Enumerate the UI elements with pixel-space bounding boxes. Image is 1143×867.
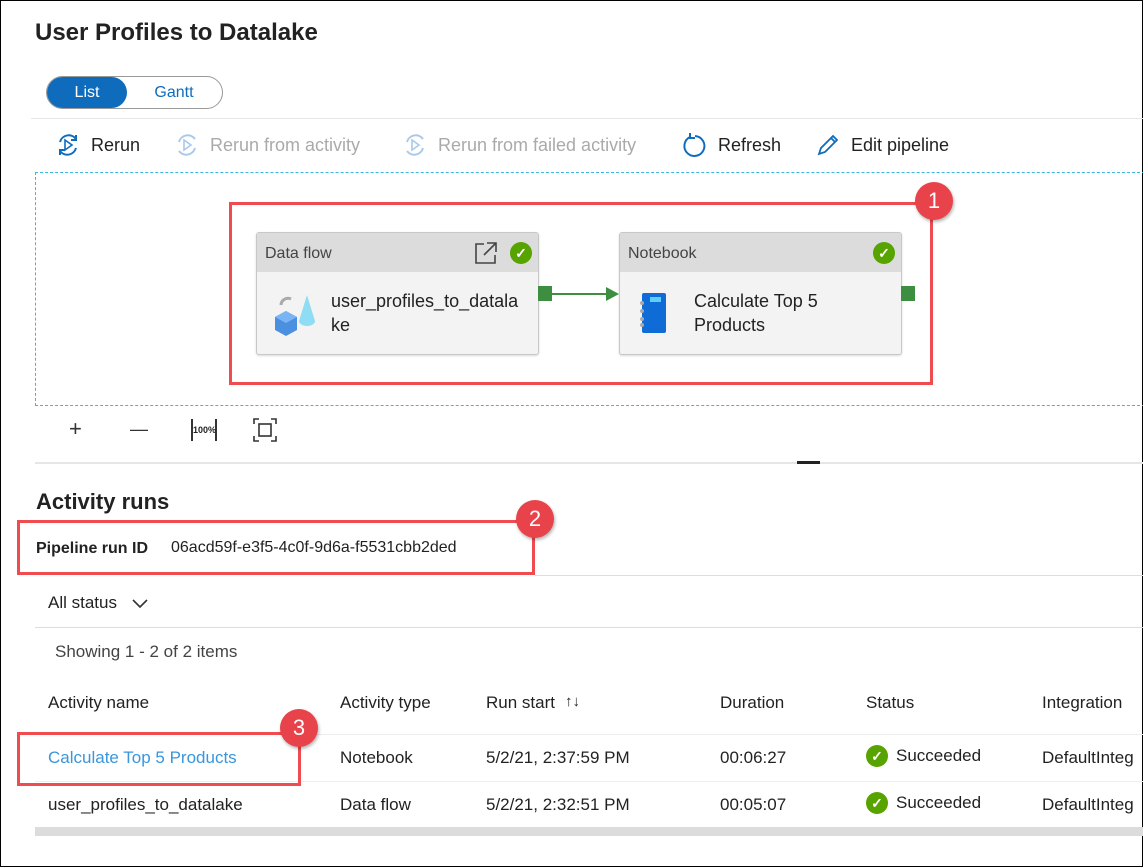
rerun-from-activity-button[interactable]: Rerun from activity: [174, 132, 360, 158]
refresh-icon: [683, 133, 706, 157]
chevron-down-icon: [132, 599, 148, 609]
view-toggle: List Gantt: [46, 76, 223, 109]
activity-type-label: Notebook: [628, 245, 697, 262]
tab-list[interactable]: List: [47, 77, 127, 108]
column-header-status[interactable]: Status: [866, 693, 914, 713]
status-filter-dropdown[interactable]: All status: [48, 593, 149, 613]
rerun-icon: [59, 134, 77, 156]
success-check-icon: ✓: [873, 242, 895, 264]
column-header-duration[interactable]: Duration: [720, 693, 784, 713]
status: ✓ Succeeded: [866, 745, 981, 767]
pipeline-run-id-value: 06acd59f-e3f5-4c0f-9d6a-f5531cbb2ded: [171, 539, 457, 556]
success-check-icon: ✓: [866, 745, 888, 767]
column-header-integration[interactable]: Integration: [1042, 693, 1122, 713]
splitter[interactable]: [35, 462, 1143, 464]
output-port[interactable]: [538, 286, 552, 301]
rerun-icon: [406, 134, 424, 156]
integration: DefaultInteg: [1042, 795, 1134, 814]
zoom-in-button[interactable]: +: [69, 416, 82, 442]
integration: DefaultInteg: [1042, 748, 1134, 767]
status-label: Succeeded: [896, 746, 982, 765]
success-check-icon: ✓: [510, 242, 532, 264]
refresh-label: Refresh: [718, 134, 782, 155]
pencil-icon: [817, 134, 839, 156]
refresh-button[interactable]: Refresh: [682, 132, 781, 158]
activity-type: Data flow: [340, 795, 411, 814]
output-port[interactable]: [901, 286, 915, 301]
activity-type-label: Data flow: [265, 245, 332, 262]
notebook-icon: [640, 293, 666, 333]
tab-gantt[interactable]: Gantt: [129, 77, 219, 108]
divider: [35, 627, 1143, 628]
rerun-from-failed-label: Rerun from failed activity: [438, 134, 637, 155]
dataflow-icon: [275, 295, 315, 336]
duration: 00:06:27: [720, 748, 787, 767]
divider: [31, 118, 1143, 119]
activity-type: Notebook: [340, 748, 413, 767]
activity-runs-title: Activity runs: [36, 489, 170, 514]
status: ✓ Succeeded: [866, 792, 981, 814]
activity-name: user_profiles_to_datalake: [48, 795, 243, 814]
success-check-icon: ✓: [866, 792, 888, 814]
open-external-icon[interactable]: [474, 241, 498, 265]
rerun-label: Rerun: [91, 134, 141, 155]
status-filter-label: All status: [48, 593, 117, 612]
fit-to-screen-icon[interactable]: [253, 418, 277, 442]
edit-pipeline-label: Edit pipeline: [851, 134, 950, 155]
duration: 00:05:07: [720, 795, 787, 814]
callout-badge-3: 3: [280, 709, 318, 747]
activity-name-line2: ke: [331, 315, 351, 335]
divider: [535, 575, 1143, 576]
horizontal-scrollbar[interactable]: [35, 827, 1143, 836]
run-start: 5/2/21, 2:37:59 PM: [486, 748, 630, 767]
column-header-run-start[interactable]: Run start ↑↓: [486, 693, 580, 713]
activity-card-notebook[interactable]: Notebook ✓ Calculate Top 5 Products: [619, 232, 902, 355]
sort-icon[interactable]: ↑↓: [565, 693, 580, 713]
rerun-from-activity-label: Rerun from activity: [210, 134, 361, 155]
rerun-icon: [178, 134, 196, 156]
activity-name-line1: user_profiles_to_datala: [331, 291, 519, 311]
rerun-button[interactable]: Rerun: [55, 132, 140, 158]
edit-pipeline-button[interactable]: Edit pipeline: [815, 132, 949, 158]
pipeline-run-id-label: Pipeline run ID: [36, 540, 149, 557]
status-label: Succeeded: [896, 793, 982, 812]
callout-badge-1: 1: [915, 182, 953, 220]
activity-name-line2: Products: [694, 315, 766, 335]
items-count: Showing 1 - 2 of 2 items: [55, 642, 238, 661]
page-title: User Profiles to Datalake: [35, 19, 318, 46]
zoom-reset-button[interactable]: 100%: [191, 419, 217, 441]
callout-box-3: [17, 732, 301, 786]
activity-name-line1: Calculate Top 5: [694, 291, 818, 311]
zoom-out-button[interactable]: —: [130, 419, 148, 440]
connector-arrow: [552, 287, 619, 301]
activity-card-dataflow[interactable]: Data flow ✓ user_profiles_to_datalake: [256, 232, 539, 355]
table-row[interactable]: user_profiles_to_datalake Data flow 5/2/…: [1, 781, 1143, 827]
run-start-label: Run start: [486, 693, 555, 712]
column-header-activity-type[interactable]: Activity type: [340, 693, 431, 713]
column-header-activity-name[interactable]: Activity name: [48, 693, 149, 713]
run-start: 5/2/21, 2:32:51 PM: [486, 795, 630, 814]
callout-badge-2: 2: [516, 500, 554, 538]
rerun-from-failed-button[interactable]: Rerun from failed activity: [402, 132, 636, 158]
splitter-handle[interactable]: [797, 461, 820, 464]
